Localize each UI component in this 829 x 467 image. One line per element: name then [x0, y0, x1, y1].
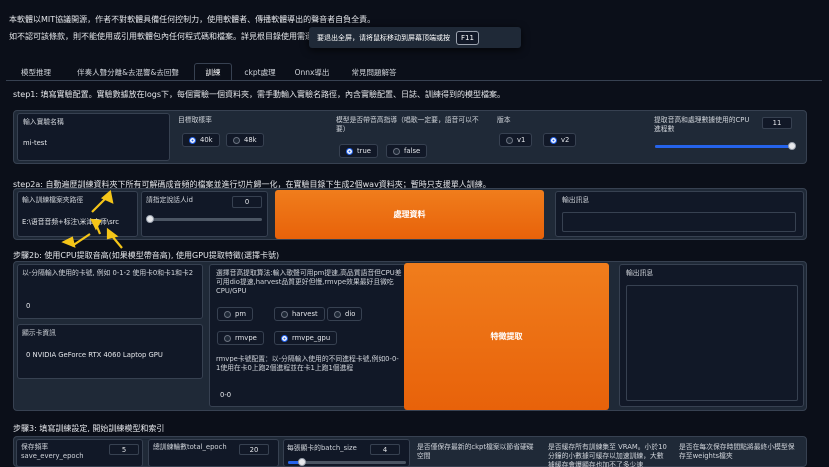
- f0-option-rmvpe-gpu[interactable]: rmvpe_gpu: [274, 331, 338, 345]
- tab-inference[interactable]: 模型推理: [10, 63, 62, 81]
- total-epoch-block: 總訓練輪數total_epoch 20: [148, 439, 279, 467]
- sr-option-48k[interactable]: 48k: [226, 133, 264, 147]
- gpu-ids-label: 以-分隔輸入使用的卡號, 例如 0-1-2 使用卡0和卡1和卡2: [22, 269, 194, 277]
- tab-faq[interactable]: 常見問題解答: [340, 63, 408, 81]
- f0-option-dio[interactable]: dio: [327, 307, 363, 321]
- save-freq-number[interactable]: 5: [109, 444, 139, 455]
- batch-slider-thumb[interactable]: [298, 458, 306, 466]
- cpu-process-slider[interactable]: [655, 145, 795, 148]
- exp-name-block: 輸入實驗名稱 mi-test: [17, 113, 170, 161]
- f0-option-false[interactable]: false: [386, 144, 428, 158]
- tab-ckpt[interactable]: ckpt處理: [236, 63, 284, 81]
- license-notice-line1: 本軟體以MIT協議開源，作者不對軟體具備任何控制力，使用軟體者、傳播軟體導出的聲…: [9, 15, 376, 24]
- gpu-ids-block: 以-分隔輸入使用的卡號, 例如 0-1-2 使用卡0和卡1和卡2 0: [17, 264, 203, 319]
- f0-method-block: 選擇音高提取算法:輸入歌聲可用pm提速,高品質語音但CPU差可用dio提速,ha…: [209, 264, 406, 407]
- total-epoch-label: 總訓練輪數total_epoch: [153, 443, 227, 451]
- speaker-id-label: 請指定說話人id: [146, 196, 193, 204]
- save-freq-label: 保存頻率save_every_epoch: [21, 443, 84, 460]
- f0-option-rmvpe[interactable]: rmvpe: [217, 331, 264, 345]
- save-latest-label: 是否僅保存最新的ckpt檔案以節省硬碟空間: [417, 443, 534, 460]
- step2a-output-label: 輸出訊息: [562, 196, 590, 204]
- fullscreen-exit-toast: 要退出全屏，请将鼠标移动到屏幕顶端或按 F11: [309, 27, 521, 48]
- f0-option-true[interactable]: true: [339, 144, 378, 158]
- version-label: 版本: [497, 116, 511, 124]
- extract-feature-button[interactable]: 特徵提取: [404, 263, 609, 410]
- rmvpe-gpu-input[interactable]: 0-0: [220, 391, 231, 399]
- radio-unchecked-icon: [224, 334, 231, 342]
- radio-unchecked-icon: [281, 310, 288, 318]
- radio-unchecked-icon: [334, 310, 341, 318]
- radio-unchecked-icon: [233, 136, 240, 144]
- batch-size-block: 每張顯卡的batch_size 4: [283, 439, 410, 467]
- speaker-id-block: 請指定說話人id 0: [141, 191, 268, 237]
- exp-name-input[interactable]: mi-test: [23, 139, 47, 147]
- step2b-output-label: 輸出訊息: [626, 269, 654, 277]
- save-freq-block: 保存頻率save_every_epoch 5: [16, 439, 143, 467]
- tab-onnx-export[interactable]: Onnx導出: [288, 63, 336, 81]
- tab-divider: [6, 80, 822, 81]
- cpu-slider-thumb[interactable]: [788, 142, 796, 150]
- f0-option-harvest[interactable]: harvest: [274, 307, 325, 321]
- step3-title: 步驟3: 填寫訓練設定, 開始訓練模型和索引: [13, 424, 165, 433]
- tab-train[interactable]: 訓練: [194, 63, 232, 81]
- step2b-output-block: 輸出訊息: [619, 264, 804, 407]
- tab-vocal-separation[interactable]: 伴奏人聲分離&去混響&去回聲: [66, 63, 190, 81]
- cpu-process-number[interactable]: 11: [762, 117, 792, 129]
- sr-label: 目標取樣率: [178, 116, 212, 124]
- f0-label: 模型是否帶音高指導（唱歌一定要，語音可以不要）: [336, 116, 479, 133]
- cache-gpu-label: 是否緩存所有訓練集至 VRAM。小於10分鐘的小數據可緩存以加速訓練，大數據緩存…: [548, 443, 667, 467]
- save-weights-label: 是否在每次保存時間點將最終小模型保存至weights檔夾: [679, 443, 795, 460]
- batch-size-number[interactable]: 4: [370, 444, 400, 455]
- exp-name-label: 輸入實驗名稱: [23, 118, 64, 126]
- license-notice-text: 如不認可該條款，則不能使用或引用軟體包內任何程式碼和檔案。詳見根目錄: [9, 32, 281, 41]
- gpu-info-label: 顯示卡資訊: [22, 329, 56, 337]
- annotation-arrows-icon: [61, 190, 123, 249]
- speaker-id-number[interactable]: 0: [232, 196, 262, 208]
- step2b-title: 步驟2b: 使用CPU提取音高(如果模型帶音高), 使用GPU提取特徵(選擇卡號…: [13, 251, 280, 260]
- speaker-slider-thumb[interactable]: [146, 215, 154, 223]
- step2b-output-text: [626, 285, 798, 401]
- rmvpe-gpu-label: rmvpe卡號配置：以-分隔輸入使用的不同進程卡號,例如0-0-1使用在卡0上跑…: [216, 355, 399, 372]
- f11-key: F11: [456, 30, 479, 45]
- process-data-button[interactable]: 處理資料: [275, 190, 544, 239]
- total-epoch-number[interactable]: 20: [239, 444, 269, 455]
- step1-title: step1: 填寫實驗配置。實驗數據放在logs下，每個實驗一個資料夾，需手動輸…: [13, 90, 505, 99]
- gpu-ids-input[interactable]: 0: [26, 302, 30, 310]
- f0-method-label: 選擇音高提取算法:輸入歌聲可用pm提速,高品質語音但CPU差可用dio提速,ha…: [216, 269, 402, 295]
- radio-unchecked-icon: [393, 147, 400, 155]
- version-option-v2[interactable]: v2: [543, 133, 577, 147]
- gpu-info-block: 顯示卡資訊 0 NVIDIA GeForce RTX 4060 Laptop G…: [17, 324, 203, 379]
- radio-checked-icon: [189, 136, 196, 144]
- step2a-output-text: [562, 212, 796, 232]
- sr-option-40k[interactable]: 40k: [182, 133, 220, 147]
- radio-unchecked-icon: [506, 136, 513, 144]
- radio-checked-icon: [281, 334, 288, 342]
- radio-unchecked-icon: [224, 310, 231, 318]
- f0-option-pm[interactable]: pm: [217, 307, 253, 321]
- version-option-v1[interactable]: v1: [499, 133, 533, 147]
- gpu-info-value: 0 NVIDIA GeForce RTX 4060 Laptop GPU: [26, 351, 163, 359]
- speaker-id-slider[interactable]: [148, 218, 262, 221]
- toast-text: 要退出全屏，请将鼠标移动到屏幕顶端或按: [317, 33, 450, 42]
- batch-size-label: 每張顯卡的batch_size: [287, 444, 357, 452]
- radio-checked-icon: [346, 147, 353, 155]
- radio-checked-icon: [550, 136, 557, 144]
- step2a-output-block: 輸出訊息: [555, 191, 804, 237]
- cpu-process-label: 提取音高和處理數據使用的CPU進程數: [654, 116, 750, 133]
